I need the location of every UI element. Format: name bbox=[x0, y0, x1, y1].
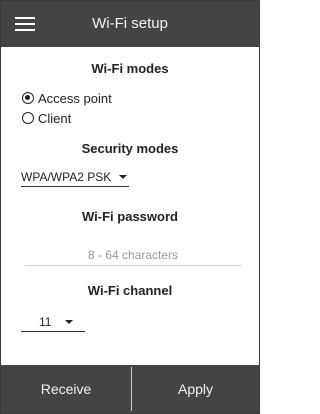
app-window: Wi-Fi setup Wi-Fi modes Access point Cli… bbox=[0, 0, 260, 414]
app-bar: Wi-Fi setup bbox=[1, 1, 259, 47]
radio-label-access-point: Access point bbox=[38, 90, 112, 106]
wifi-channel-value: 11 bbox=[39, 315, 52, 329]
security-mode-dropdown[interactable]: WPA/WPA2 PSK bbox=[21, 168, 130, 187]
radio-client[interactable]: Client bbox=[22, 109, 71, 127]
wifi-password-input[interactable] bbox=[25, 245, 241, 266]
radio-label-client: Client bbox=[38, 110, 72, 126]
radio-unchecked-icon bbox=[22, 112, 34, 124]
radio-checked-icon bbox=[22, 92, 34, 104]
receive-button[interactable]: Receive bbox=[1, 365, 131, 413]
security-mode-value: WPA/WPA2 PSK bbox=[21, 170, 112, 184]
chevron-down-icon bbox=[119, 175, 128, 179]
radio-access-point[interactable]: Access point bbox=[22, 89, 112, 107]
bottom-action-bar: Receive Apply bbox=[1, 365, 259, 413]
wifi-channel-dropdown[interactable]: 11 bbox=[21, 313, 85, 332]
page-title: Wi-Fi setup bbox=[92, 15, 168, 32]
apply-button[interactable]: Apply bbox=[132, 365, 259, 413]
security-modes-heading: Security modes bbox=[81, 141, 179, 156]
wifi-password-heading: Wi-Fi password bbox=[82, 209, 178, 224]
chevron-down-icon bbox=[65, 320, 74, 324]
wifi-modes-heading: Wi-Fi modes bbox=[91, 61, 169, 76]
wifi-channel-heading: Wi-Fi channel bbox=[87, 283, 173, 298]
